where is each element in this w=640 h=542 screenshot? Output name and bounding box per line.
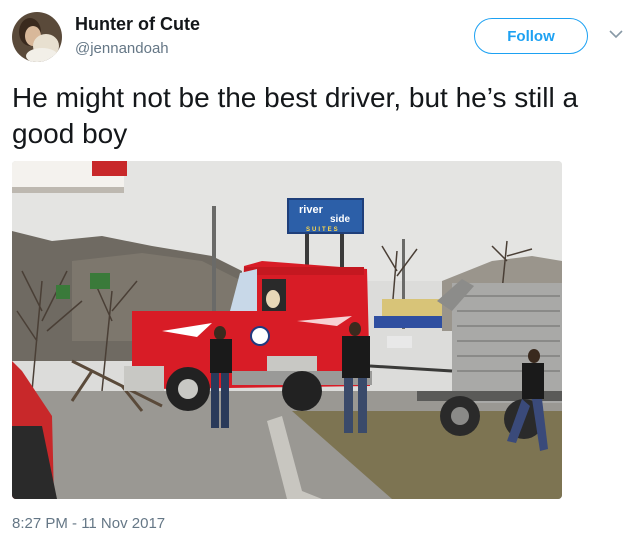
tweet-photo[interactable]: river side SUITES	[12, 161, 562, 499]
hotel-sign-text-1: river	[299, 204, 324, 216]
hotel-sign-text-3: SUITES	[306, 227, 340, 233]
follow-button-label: Follow	[507, 27, 555, 45]
tweet-text: He might not be the best driver, but he’…	[12, 82, 579, 149]
avatar[interactable]	[12, 12, 62, 62]
chevron-down-icon[interactable]	[608, 28, 624, 40]
follow-button[interactable]: Follow	[474, 18, 588, 54]
user-handle[interactable]: @jennandoah	[75, 40, 169, 57]
tweet-timestamp[interactable]: 8:27 PM - 11 Nov 2017	[12, 515, 165, 532]
hotel-sign-text-2: side	[330, 214, 350, 225]
display-name[interactable]: Hunter of Cute	[75, 14, 200, 35]
